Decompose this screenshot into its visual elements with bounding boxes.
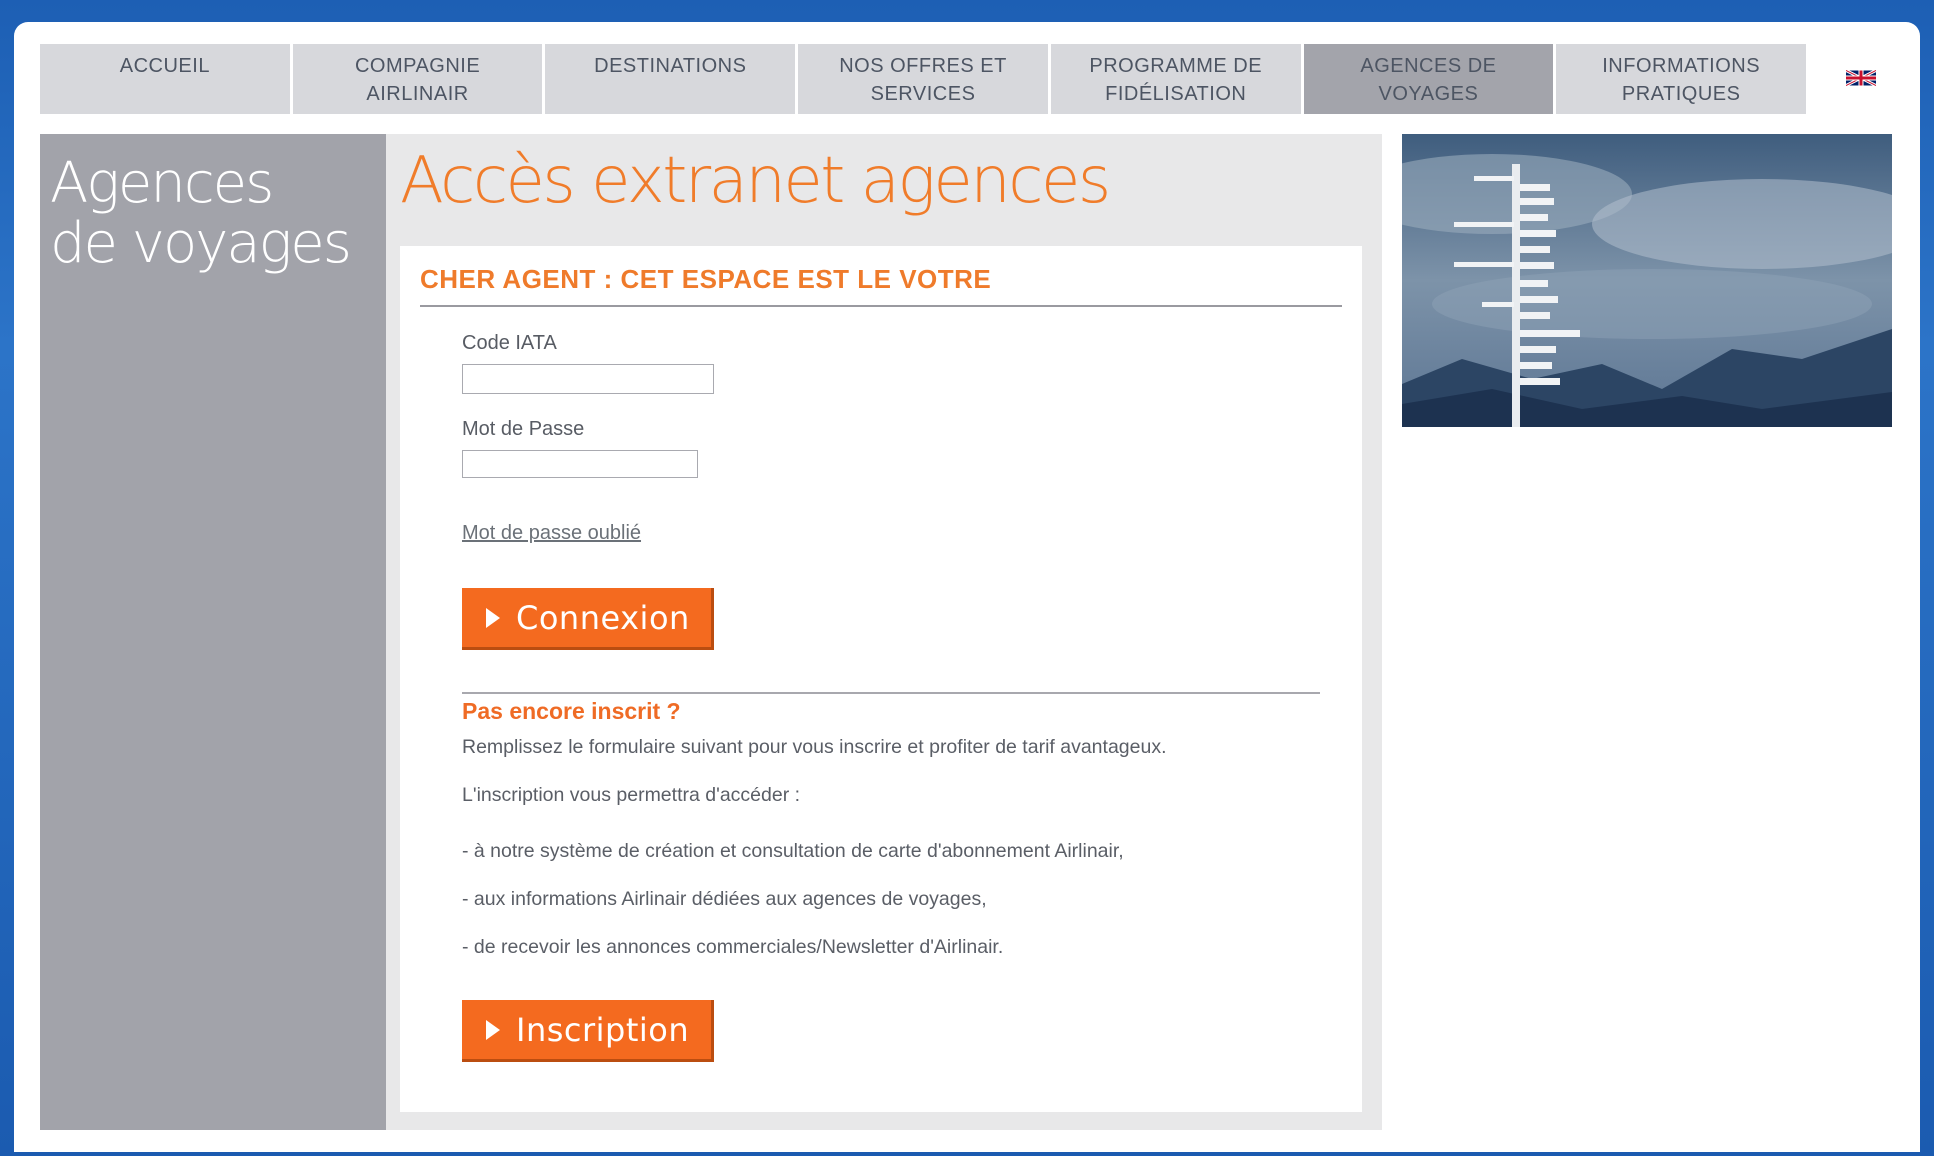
benefit-item: - à notre système de création et consult… — [462, 840, 1124, 862]
login-button-label: Connexion — [516, 598, 690, 637]
uk-flag-icon[interactable] — [1846, 68, 1876, 88]
nav-item-destinations[interactable]: DESTINATIONS — [545, 44, 799, 114]
password-label: Mot de Passe — [462, 418, 585, 440]
nav-item-fidelisation[interactable]: PROGRAMME DE FIDÉLISATION — [1051, 44, 1304, 114]
nav-item-agences[interactable]: AGENCES DE VOYAGES — [1303, 44, 1557, 114]
signup-button[interactable]: Inscription — [462, 1000, 714, 1062]
divider — [462, 692, 1320, 694]
forgot-password-link[interactable]: Mot de passe oublié — [462, 522, 641, 545]
signup-intro: Remplissez le formulaire suivant pour vo… — [462, 736, 1167, 758]
main-content: Accès extranet agences CHER AGENT : CET … — [386, 134, 1382, 1130]
signup-access-text: L'inscription vous permettra d'accéder : — [462, 784, 801, 806]
nav-item-offres[interactable]: NOS OFFRES ET SERVICES — [798, 44, 1051, 114]
password-input[interactable] — [462, 450, 698, 478]
signup-button-label: Inscription — [516, 1010, 690, 1049]
nav-item-accueil[interactable]: ACCUEIL — [40, 44, 293, 114]
benefit-item: - aux informations Airlinair dédiées aux… — [462, 888, 987, 910]
signpost-photo — [1402, 134, 1892, 427]
play-arrow-icon — [486, 1019, 500, 1040]
nav-item-informations[interactable]: INFORMATIONS PRATIQUES — [1556, 44, 1806, 114]
iata-code-input[interactable] — [462, 364, 714, 394]
signup-heading: Pas encore inscrit ? — [462, 698, 681, 724]
play-arrow-icon — [486, 607, 500, 628]
benefit-item: - de recevoir les annonces commerciales/… — [462, 936, 1004, 958]
login-button[interactable]: Connexion — [462, 588, 714, 650]
iata-label: Code IATA — [462, 332, 557, 354]
login-panel: CHER AGENT : CET ESPACE EST LE VOTRE Cod… — [400, 246, 1362, 1112]
main-nav: ACCUEIL COMPAGNIE AIRLINAIR DESTINATIONS… — [40, 44, 1806, 114]
sidebar-title-line2: de voyages — [50, 211, 352, 276]
sidebar-title: Agences de voyages — [50, 151, 352, 276]
panel-heading: CHER AGENT : CET ESPACE EST LE VOTRE — [420, 264, 1342, 307]
sidebar: Agences de voyages — [40, 134, 386, 1130]
nav-item-compagnie[interactable]: COMPAGNIE AIRLINAIR — [293, 44, 546, 114]
page-title: Accès extranet agences — [400, 144, 1111, 218]
sidebar-title-line1: Agences — [50, 151, 274, 216]
